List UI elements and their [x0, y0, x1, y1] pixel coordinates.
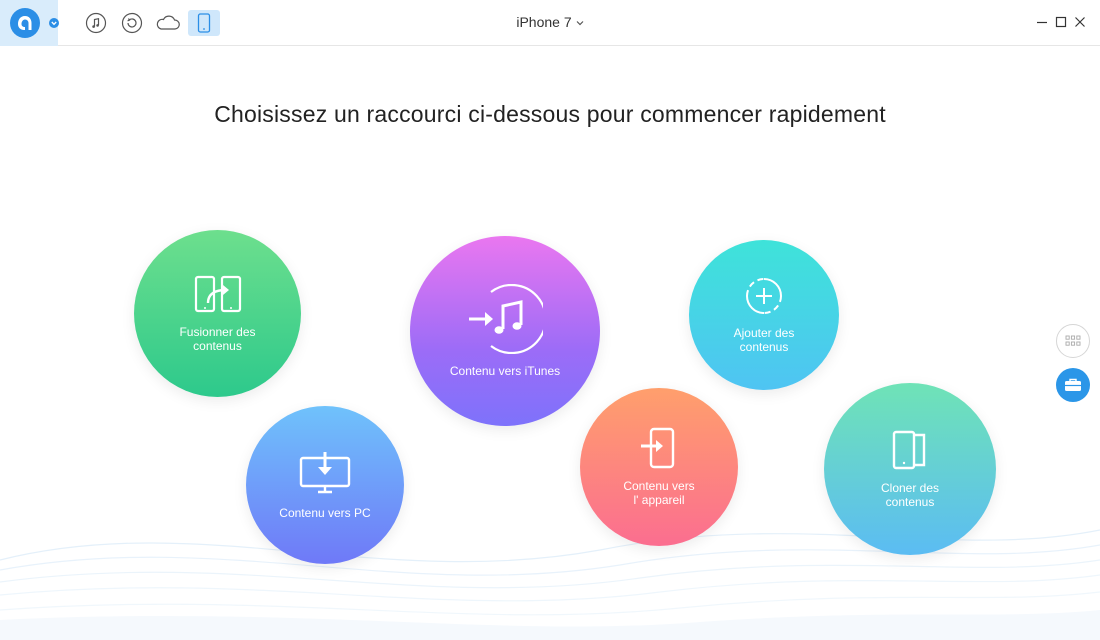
chevron-down-icon[interactable] — [576, 20, 584, 26]
app-logo-icon[interactable] — [10, 8, 40, 38]
shortcut-label: Contenu vers l' appareil — [623, 479, 695, 507]
phone-icon[interactable] — [188, 10, 220, 36]
shortcut-label: Cloner des contenus — [880, 481, 940, 509]
add-icon — [746, 278, 782, 314]
grid-icon — [1065, 335, 1081, 346]
clone-content-button[interactable]: Cloner des contenus — [824, 383, 996, 555]
toolbox-icon — [1065, 378, 1081, 391]
merge-icon — [194, 275, 241, 312]
app-menu[interactable] — [0, 0, 59, 46]
shortcut-label: Contenu vers PC — [279, 506, 371, 520]
add-content-button[interactable]: Ajouter des contenus — [689, 240, 839, 390]
content-to-device-button[interactable]: Contenu vers l' appareil — [580, 388, 738, 546]
itunes-icon — [469, 284, 543, 354]
shortcut-label: Ajouter des contenus — [733, 326, 795, 354]
minimize-button[interactable] — [1034, 14, 1050, 30]
device-name[interactable]: iPhone 7 — [516, 14, 571, 30]
cloud-icon[interactable] — [155, 10, 181, 36]
page-title: Choisissez un raccourci ci-dessous pour … — [214, 101, 886, 127]
music-icon[interactable] — [83, 10, 109, 36]
computer-icon — [299, 452, 351, 494]
grid-view-button[interactable] — [1056, 324, 1090, 358]
to-device-icon — [641, 427, 675, 469]
shortcut-label: Fusionner des contenus — [179, 324, 256, 353]
close-button[interactable] — [1072, 14, 1088, 30]
merge-content-button[interactable]: Fusionner des contenus — [134, 230, 301, 397]
chevron-down-icon[interactable] — [49, 18, 59, 28]
title-bar: iPhone 7 — [0, 0, 1100, 46]
maximize-button[interactable] — [1053, 14, 1069, 30]
toolbox-button[interactable] — [1056, 368, 1090, 402]
clone-icon — [892, 430, 926, 470]
content-to-itunes-button[interactable]: Contenu vers iTunes — [410, 236, 600, 426]
content-to-pc-button[interactable]: Contenu vers PC — [246, 406, 404, 564]
shortcut-label: Contenu vers iTunes — [449, 364, 561, 378]
restore-icon[interactable] — [119, 10, 145, 36]
